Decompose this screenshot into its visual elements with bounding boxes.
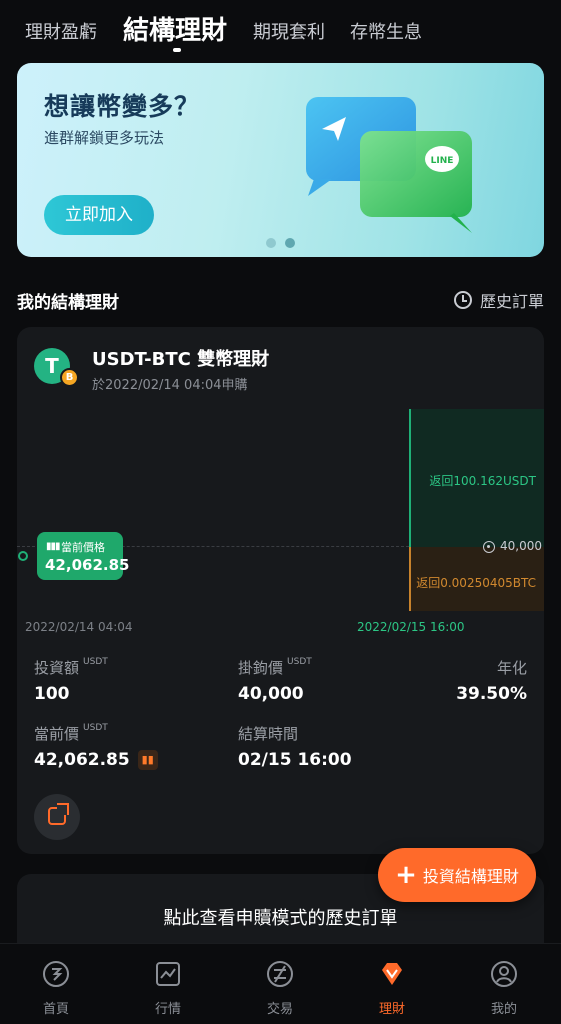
banner-title: 想讓幣變多？ <box>44 92 201 121</box>
btc-coin-icon: B <box>60 368 79 387</box>
subscribe-date: 於2022/02/14 04:04申購 <box>92 378 248 393</box>
bottom-nav: 首頁 行情 交易 理財 我的 <box>0 943 561 1024</box>
chat-bubbles-illustration: LINE <box>306 97 472 233</box>
downside-return-label: 返回0.00250405BTC <box>416 576 536 590</box>
tab-profit-loss[interactable]: 理財盈虧 <box>25 18 97 44</box>
invest-amount-value: 100 <box>34 684 70 704</box>
nav-trade[interactable]: 交易 <box>245 960 315 1017</box>
trade-icon <box>267 961 293 987</box>
share-button[interactable] <box>34 794 80 840</box>
history-orders-label: 歷史訂單 <box>479 292 544 311</box>
nav-finance[interactable]: 理財 <box>357 960 427 1017</box>
upside-return-label: 返回100.162USDT <box>429 474 536 488</box>
nav-profile[interactable]: 我的 <box>469 960 539 1017</box>
product-card[interactable]: T B USDT-BTC 雙幣理財 於2022/02/14 04:04申購 返回… <box>17 327 544 854</box>
clock-icon <box>453 291 472 309</box>
current-price-label: 當前價 USDT <box>34 723 108 743</box>
plus-icon: + <box>395 860 417 890</box>
current-price-stat: 42,062.85 ▮▮ <box>34 750 158 770</box>
candlestick-icon: ▮▮▮ <box>46 541 60 552</box>
apy-value: 39.50% <box>456 684 527 704</box>
target-icon <box>483 541 495 553</box>
svg-text:LINE: LINE <box>431 156 454 166</box>
current-price-tag: ▮▮▮ 當前價格 42,062.85 <box>37 532 129 580</box>
invest-structured-button[interactable]: + 投資結構理財 <box>378 848 536 902</box>
apy-label: 年化 <box>496 659 527 677</box>
current-price-title: 當前價格 <box>61 541 105 554</box>
tab-spot-futures-arbitrage[interactable]: 期現套利 <box>253 18 325 44</box>
nav-market[interactable]: 行情 <box>133 960 203 1017</box>
banner-subtitle: 進群解鎖更多玩法 <box>44 129 165 147</box>
invest-structured-label: 投資結構理財 <box>422 867 519 886</box>
end-date: 2022/02/15 16:00 <box>357 620 465 634</box>
product-name: USDT-BTC 雙幣理財 <box>92 349 270 370</box>
home-icon <box>43 961 69 987</box>
tab-savings[interactable]: 存幣生息 <box>350 18 422 44</box>
carousel-dot-active[interactable] <box>285 238 295 248</box>
kline-icon[interactable]: ▮▮ <box>137 750 158 770</box>
strike-value: 40,000 <box>238 684 304 704</box>
redemption-history-text: 點此查看申贖模式的歷史訂單 <box>163 908 398 929</box>
join-now-button[interactable]: 立即加入 <box>44 195 154 235</box>
start-date: 2022/02/14 04:04 <box>25 620 133 634</box>
strike-label: 掛鉤價 USDT <box>238 657 312 677</box>
invest-amount-label: 投資額 USDT <box>34 657 108 677</box>
carousel-dot[interactable] <box>266 238 276 248</box>
tab-indicator <box>173 48 181 52</box>
market-chart-icon <box>156 962 180 986</box>
current-price-dot <box>18 551 28 561</box>
promo-banner[interactable]: 想讓幣變多？ 進群解鎖更多玩法 立即加入 LINE <box>17 63 544 257</box>
top-tab-bar: 理財盈虧 結構理財 期現套利 存幣生息 <box>0 0 561 60</box>
nav-home[interactable]: 首頁 <box>21 960 91 1017</box>
payoff-chart: 返回100.162USDT 返回0.00250405BTC 40,000 ▮▮▮… <box>17 405 544 635</box>
user-icon <box>491 961 517 987</box>
settle-time-label: 結算時間 <box>238 725 299 743</box>
strike-price-label: 40,000 <box>500 539 542 553</box>
current-price-value: 42,062.85 <box>45 556 130 574</box>
section-title: 我的結構理財 <box>17 293 119 313</box>
settle-time-value: 02/15 16:00 <box>238 750 352 770</box>
tab-structured-finance[interactable]: 結構理財 <box>123 10 227 47</box>
diamond-icon <box>382 963 402 985</box>
history-orders-link[interactable]: 歷史訂單 <box>453 288 544 312</box>
